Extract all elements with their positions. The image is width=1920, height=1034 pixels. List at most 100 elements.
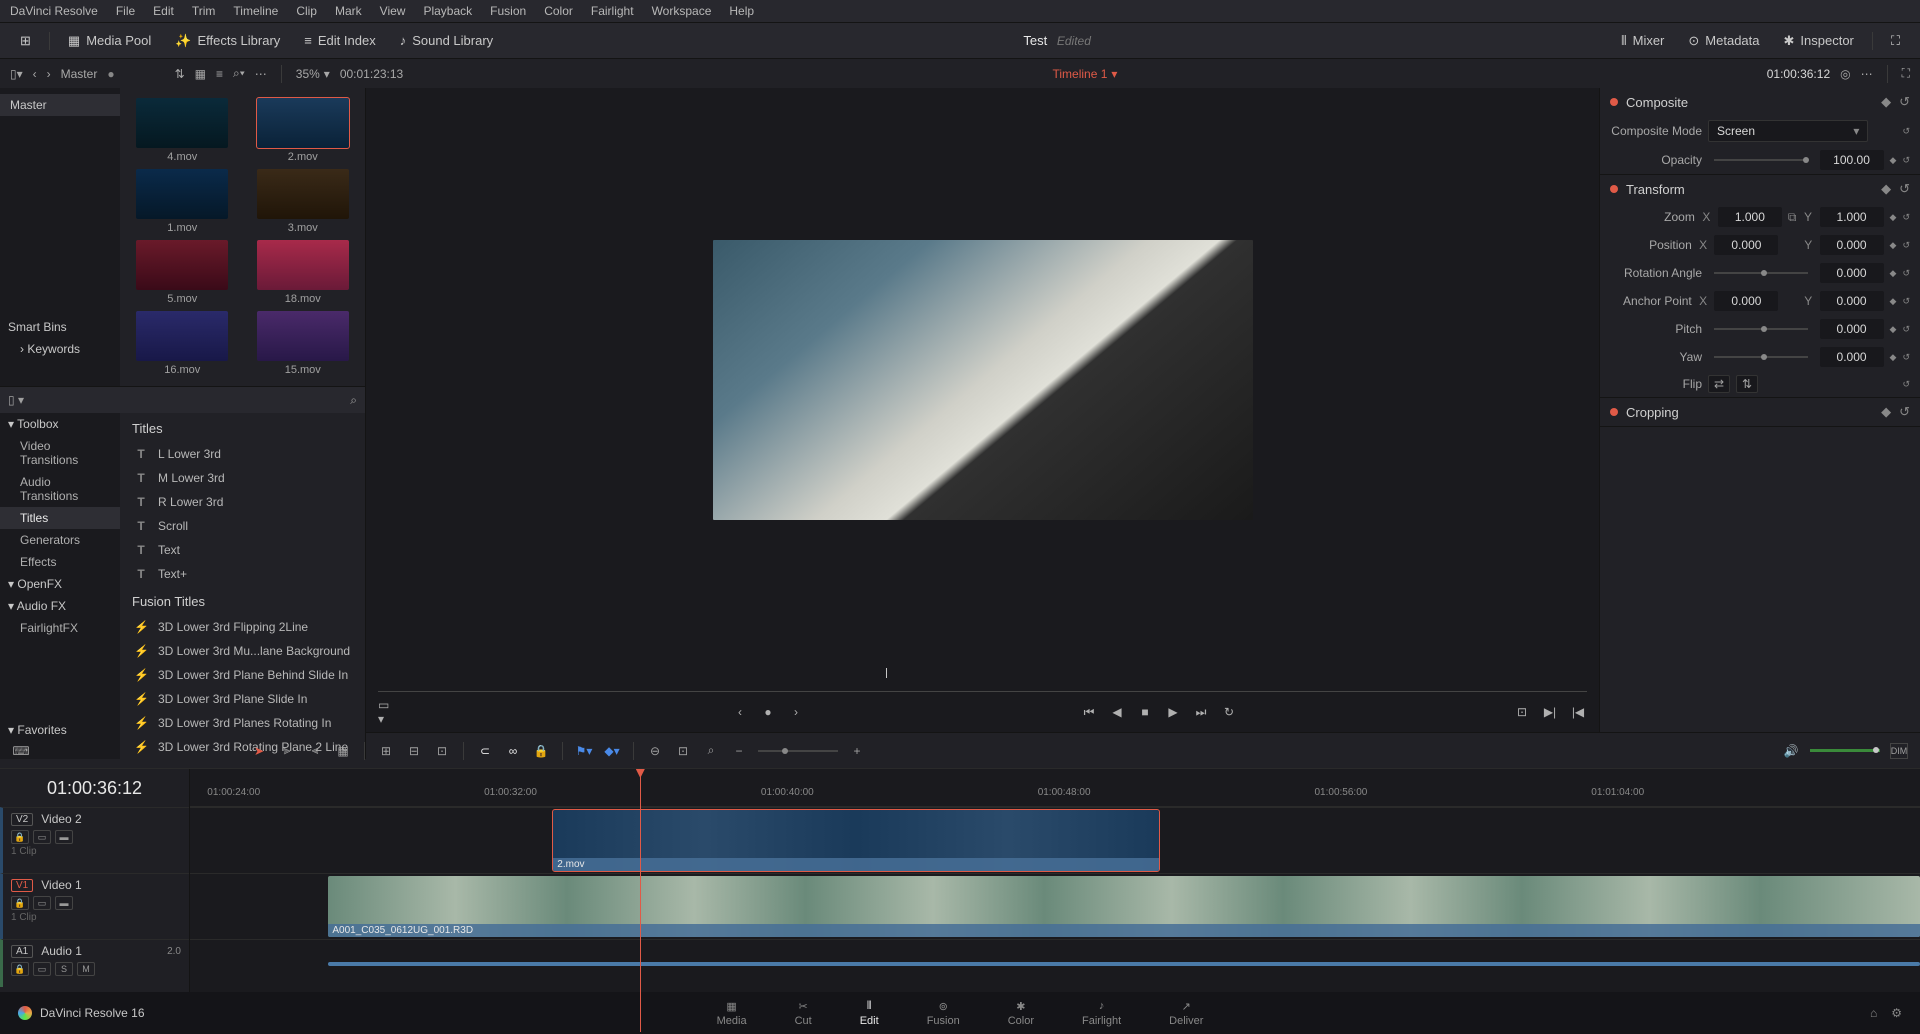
yaw-slider[interactable] bbox=[1714, 356, 1808, 358]
trim-tool[interactable]: ⫸ bbox=[278, 743, 296, 759]
flip-v-button[interactable]: ⇅ bbox=[1736, 375, 1758, 393]
fx-item[interactable]: TText bbox=[120, 538, 365, 562]
media-pool-toggle[interactable]: ▦Media Pool bbox=[58, 29, 161, 53]
fx-item[interactable]: ⚡3D Lower 3rd Plane Slide In bbox=[120, 687, 365, 711]
nav-fwd[interactable]: › bbox=[47, 67, 51, 81]
fx-tree-openfx[interactable]: ▾ OpenFX bbox=[0, 573, 120, 595]
zoom-slider[interactable] bbox=[758, 750, 838, 752]
flip-h-button[interactable]: ⇄ bbox=[1708, 375, 1730, 393]
menu-file[interactable]: File bbox=[116, 4, 135, 18]
mixer-toggle[interactable]: ⫴Mixer bbox=[1611, 29, 1674, 53]
anchor-y-field[interactable] bbox=[1820, 291, 1884, 311]
clip-thumbnail[interactable]: 18.mov bbox=[247, 240, 360, 305]
cropping-reset-icon[interactable]: ↺ bbox=[1899, 404, 1910, 420]
more-button[interactable]: ⋯ bbox=[255, 67, 267, 81]
clip-thumbnail[interactable]: 3.mov bbox=[247, 169, 360, 234]
first-frame-button[interactable]: ⏮ bbox=[1080, 704, 1098, 720]
v1-lock[interactable]: 🔒 bbox=[11, 896, 29, 910]
track-header-v1[interactable]: V1Video 1 🔒▭▬ 1 Clip bbox=[0, 873, 189, 939]
transform-header[interactable]: Transform ◆↺ bbox=[1600, 175, 1920, 203]
fx-item[interactable]: TL Lower 3rd bbox=[120, 442, 365, 466]
yaw-reset[interactable]: ↺ bbox=[1902, 352, 1910, 363]
zoom-reset[interactable]: ↺ bbox=[1902, 212, 1910, 223]
fx-item[interactable]: TM Lower 3rd bbox=[120, 466, 365, 490]
anchor-reset[interactable]: ↺ bbox=[1902, 296, 1910, 307]
clip-thumbnail[interactable]: 16.mov bbox=[126, 311, 239, 376]
flag-tool[interactable]: ⚑▾ bbox=[575, 743, 593, 759]
clip-v2[interactable]: 2.mov bbox=[553, 810, 1159, 871]
page-color[interactable]: ✱Color bbox=[1008, 999, 1034, 1027]
keyboard-button[interactable]: ⌨ bbox=[12, 743, 30, 759]
overwrite-tool[interactable]: ⊟ bbox=[405, 743, 423, 759]
fx-item[interactable]: TR Lower 3rd bbox=[120, 490, 365, 514]
clip-a1[interactable] bbox=[328, 962, 1920, 966]
rotation-reset[interactable]: ↺ bbox=[1902, 268, 1910, 279]
home-button[interactable]: ⌂ bbox=[1870, 1006, 1877, 1020]
page-fusion[interactable]: ⊚Fusion bbox=[927, 999, 960, 1027]
edit-index-toggle[interactable]: ≡Edit Index bbox=[294, 29, 385, 52]
v2-disable[interactable]: ▬ bbox=[55, 830, 73, 844]
cropping-header[interactable]: Cropping ◆↺ bbox=[1600, 398, 1920, 426]
nav-back[interactable]: ‹ bbox=[33, 67, 37, 81]
zoom-plus[interactable]: + bbox=[848, 743, 866, 759]
timeline-ruler[interactable]: 01:00:24:00 01:00:32:00 01:00:40:00 01:0… bbox=[190, 769, 1920, 807]
a1-solo[interactable]: S bbox=[55, 962, 73, 976]
clip-thumbnail[interactable]: 4.mov bbox=[126, 98, 239, 163]
fullscreen-button[interactable]: ⛶ bbox=[1881, 29, 1910, 53]
ui-layout-button[interactable]: ⊞ bbox=[10, 29, 41, 53]
pitch-kf[interactable]: ◆ bbox=[1890, 324, 1897, 335]
composite-mode-reset[interactable]: ↺ bbox=[1902, 126, 1910, 137]
a1-auto[interactable]: ▭ bbox=[33, 962, 51, 976]
rotation-slider[interactable] bbox=[1714, 272, 1808, 274]
fx-tree-fairlightfx[interactable]: FairlightFX bbox=[0, 617, 120, 639]
transform-kf-icon[interactable]: ◆ bbox=[1881, 181, 1891, 197]
link-tool[interactable]: ∞ bbox=[504, 743, 522, 759]
fx-tree-toolbox[interactable]: ▾ Toolbox bbox=[0, 413, 120, 435]
menu-workspace[interactable]: Workspace bbox=[652, 4, 712, 18]
zoom-minus[interactable]: − bbox=[730, 743, 748, 759]
pitch-field[interactable] bbox=[1820, 319, 1884, 339]
out-point-button[interactable]: |◀ bbox=[1569, 704, 1587, 720]
yaw-kf[interactable]: ◆ bbox=[1890, 352, 1897, 363]
insert-tool[interactable]: ⊞ bbox=[377, 743, 395, 759]
timeline-name[interactable]: Timeline 1 ▾ bbox=[1053, 67, 1118, 81]
menu-help[interactable]: Help bbox=[729, 4, 754, 18]
link-icon[interactable]: ⧉ bbox=[1788, 210, 1797, 225]
yaw-field[interactable] bbox=[1820, 347, 1884, 367]
clip-thumbnail[interactable]: 2.mov bbox=[247, 98, 360, 163]
menu-trim[interactable]: Trim bbox=[192, 4, 216, 18]
fx-tree-generators[interactable]: Generators bbox=[0, 529, 120, 551]
fx-item[interactable]: ⚡3D Lower 3rd Plane Behind Slide In bbox=[120, 663, 365, 687]
marker-tool[interactable]: ◆▾ bbox=[603, 743, 621, 759]
transform-enable-dot[interactable] bbox=[1610, 185, 1618, 193]
anchor-x-field[interactable] bbox=[1714, 291, 1778, 311]
fx-search-icon[interactable]: ⌕ bbox=[350, 393, 357, 408]
in-point-button[interactable]: ▶| bbox=[1541, 704, 1559, 720]
next-clip[interactable]: › bbox=[787, 704, 805, 720]
volume-slider[interactable] bbox=[1810, 749, 1880, 752]
cropping-enable-dot[interactable] bbox=[1610, 408, 1618, 416]
expand-viewer[interactable]: ⛶ bbox=[1902, 66, 1910, 81]
selection-tool[interactable]: ➤ bbox=[250, 743, 268, 759]
pos-y-field[interactable] bbox=[1820, 235, 1884, 255]
page-media[interactable]: ▦Media bbox=[717, 999, 747, 1027]
menu-color[interactable]: Color bbox=[544, 4, 573, 18]
track-header-a1[interactable]: A1Audio 12.0 🔒▭SM bbox=[0, 939, 189, 987]
opacity-slider[interactable] bbox=[1714, 159, 1808, 161]
list-view[interactable]: ≡ bbox=[216, 67, 223, 81]
pos-x-field[interactable] bbox=[1714, 235, 1778, 255]
zoom-out-tl[interactable]: ⊖ bbox=[646, 743, 664, 759]
search-button[interactable]: ⌕▾ bbox=[233, 66, 245, 81]
zoom-x-field[interactable] bbox=[1718, 207, 1782, 227]
zoom-y-field[interactable] bbox=[1820, 207, 1884, 227]
keyframe-icon[interactable]: ◆ bbox=[1881, 94, 1891, 110]
a1-mute[interactable]: M bbox=[77, 962, 95, 976]
zoom-in-tl[interactable]: ⌕ bbox=[702, 743, 720, 759]
page-edit[interactable]: ⫴Edit bbox=[860, 999, 879, 1027]
flip-reset[interactable]: ↺ bbox=[1902, 379, 1910, 390]
pitch-reset[interactable]: ↺ bbox=[1902, 324, 1910, 335]
composite-header[interactable]: Composite ◆↺ bbox=[1600, 88, 1920, 116]
bin-master[interactable]: Master bbox=[0, 94, 120, 116]
menu-fairlight[interactable]: Fairlight bbox=[591, 4, 634, 18]
fx-item[interactable]: ⚡3D Lower 3rd Flipping 2Line bbox=[120, 615, 365, 639]
